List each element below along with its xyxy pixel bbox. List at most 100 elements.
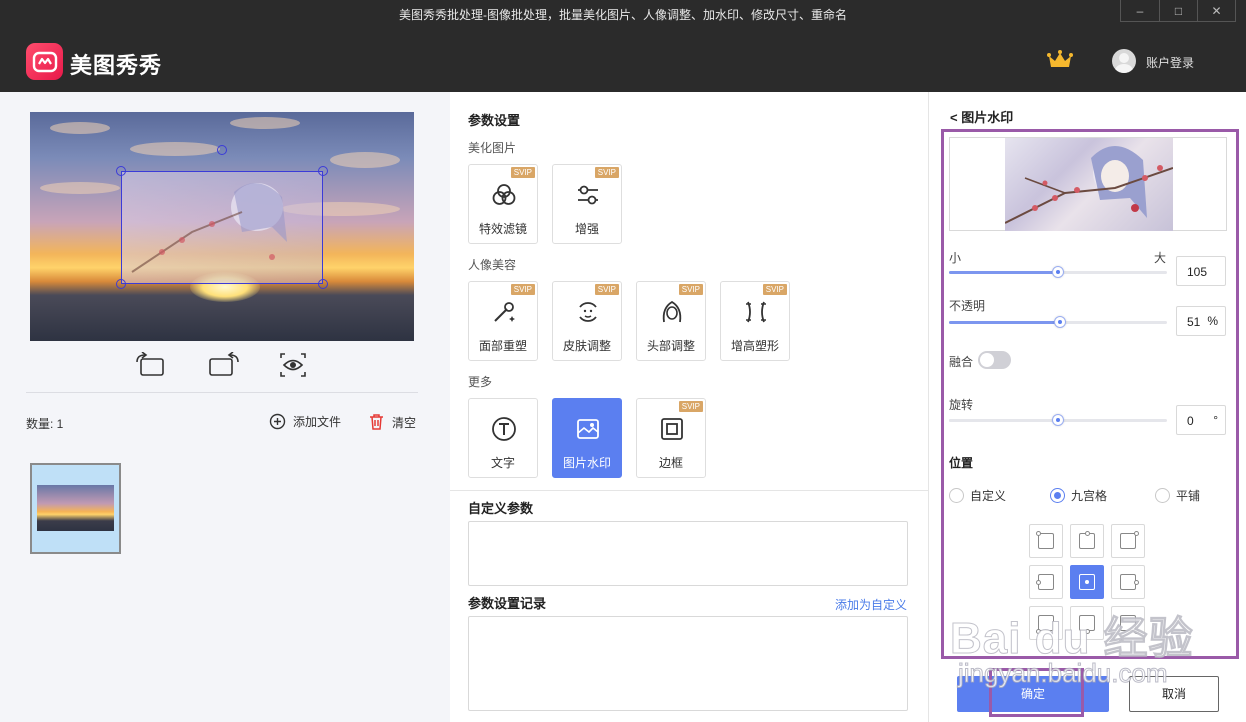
watermark-selection-box[interactable] [121,171,323,284]
card-skin[interactable]: SVIP 皮肤调整 [552,281,622,361]
grid-top-center[interactable] [1070,524,1104,558]
position-radio-tile[interactable]: 平铺 [1155,487,1200,504]
preview-toolbar [0,351,450,382]
resize-handle-tr[interactable] [318,166,328,176]
beautify-label: 美化图片 [468,141,517,155]
card-filter[interactable]: SVIP 特效滤镜 [468,164,538,244]
more-label: 更多 [468,375,493,389]
radio-dot [1155,488,1170,503]
params-title: 参数设置 [468,113,521,128]
card-label: 边框 [658,456,683,470]
trash-icon [370,414,383,430]
rotate-slider-knob[interactable] [1052,414,1064,426]
radio-dot [949,488,964,503]
size-slider[interactable] [949,266,1167,278]
image-list-panel: 数量: 1 添加文件 清空 [0,92,450,722]
add-custom-link[interactable]: 添加为自定义 [835,596,907,613]
resize-handle-bl[interactable] [116,279,126,289]
opacity-input[interactable]: 51 % [1176,306,1226,336]
divider [26,392,418,393]
watermark-settings-panel: < 图片水印 小 大 105 不透明 51 % 融合 旋转 0 ° 位置 自定义… [928,92,1246,722]
blend-toggle[interactable] [978,351,1011,369]
position-radio-custom[interactable]: 自定义 [949,487,1006,504]
avatar[interactable] [1112,49,1136,73]
size-input[interactable]: 105 [1176,256,1226,286]
card-face-reshape[interactable]: SVIP 面部重塑 [468,281,538,361]
card-label: 增高塑形 [730,339,779,353]
body-shape-icon [746,301,766,323]
card-label: 图片水印 [562,456,611,470]
svip-badge: SVIP [510,167,535,178]
grid-bottom-right[interactable] [1111,606,1145,640]
size-value: 105 [1187,265,1208,279]
minimize-button[interactable]: – [1121,0,1159,21]
size-slider-knob[interactable] [1052,266,1064,278]
rotate-right-icon[interactable] [208,351,240,381]
confirm-highlight-frame [989,668,1084,717]
back-to-image-watermark[interactable]: < 图片水印 [950,107,1013,126]
thumbnail-image [37,485,114,531]
text-icon [492,417,516,441]
clear-button[interactable]: 清空 [368,413,416,431]
watermark-image [1005,138,1173,231]
svip-badge: SVIP [594,167,619,178]
rotate-value: 0 [1187,414,1194,428]
add-circle-icon [269,413,286,430]
grid-middle-right[interactable] [1111,565,1145,599]
svip-badge: SVIP [510,284,535,295]
card-head[interactable]: SVIP 头部调整 [636,281,706,361]
svip-badge: SVIP [678,401,703,412]
card-label: 头部调整 [646,339,695,353]
card-image-watermark[interactable]: 图片水印 [552,398,622,478]
preview-eye-icon[interactable] [279,352,307,381]
skin-face-icon [579,302,597,322]
meitu-logo-icon [26,43,63,80]
card-enhance[interactable]: SVIP 增强 [552,164,622,244]
size-large-label: 大 [1154,251,1167,265]
rotate-slider[interactable] [949,414,1167,426]
rotate-input[interactable]: 0 ° [1176,405,1226,435]
rotate-left-icon[interactable] [135,351,167,381]
rotate-unit: ° [1213,413,1218,427]
custom-params-box[interactable] [468,521,908,586]
size-small-label: 小 [949,251,962,265]
sliders-icon [578,185,598,205]
grid-bottom-left[interactable] [1029,606,1063,640]
grid-top-right[interactable] [1111,524,1145,558]
cancel-button[interactable]: 取消 [1129,676,1219,712]
card-height-shape[interactable]: SVIP 增高塑形 [720,281,790,361]
border-frame-icon [661,418,683,440]
portrait-label: 人像美容 [468,258,517,272]
rotate-slider-fill [949,419,1058,422]
card-border[interactable]: SVIP 边框 [636,398,706,478]
crown-icon[interactable] [1047,50,1073,73]
login-link[interactable]: 账户登录 [1146,54,1194,71]
opacity-unit: % [1207,314,1218,328]
svip-badge: SVIP [762,284,787,295]
radio-label: 九宫格 [1071,489,1108,503]
rotate-handle[interactable] [217,145,227,155]
grid-middle-left[interactable] [1029,565,1063,599]
restore-button[interactable]: □ [1159,0,1197,21]
history-box[interactable] [468,616,908,711]
add-file-button[interactable]: 添加文件 [269,413,341,430]
image-watermark-icon [577,419,599,439]
image-count: 数量: 1 [26,417,64,431]
grid-center[interactable] [1070,565,1104,599]
radio-label: 自定义 [970,489,1007,503]
card-text[interactable]: 文字 [468,398,538,478]
window-controls: – □ ✕ [1120,0,1236,22]
opacity-slider[interactable] [949,316,1167,328]
grid-bottom-center[interactable] [1070,606,1104,640]
grid-top-left[interactable] [1029,524,1063,558]
position-radio-grid[interactable]: 九宫格 [1050,487,1107,504]
history-title: 参数设置记录 [468,596,547,611]
svip-badge: SVIP [678,284,703,295]
close-button[interactable]: ✕ [1197,0,1235,21]
resize-handle-tl[interactable] [116,166,126,176]
brand-name: 美图秀秀 [70,53,163,78]
opacity-label: 不透明 [949,299,986,313]
opacity-slider-fill [949,321,1061,324]
image-thumbnail[interactable] [30,463,121,554]
resize-handle-br[interactable] [318,279,328,289]
